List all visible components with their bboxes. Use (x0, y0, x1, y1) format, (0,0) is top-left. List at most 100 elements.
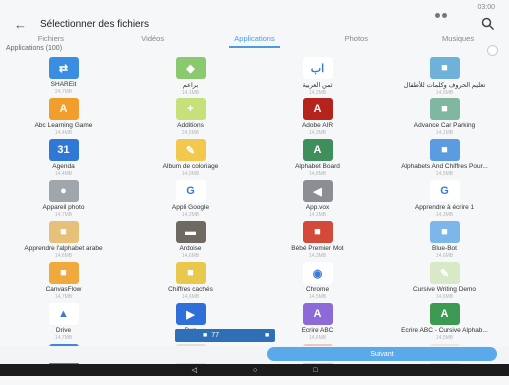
app-size: 14,3MB (308, 253, 327, 259)
kids-letters-icon: ■ (429, 57, 460, 79)
app-size: 14,2MB (308, 90, 327, 96)
app-tile[interactable]: A Alphabet Board 14,8MB (254, 139, 381, 180)
bluebot-icon: ■ (429, 221, 460, 243)
selection-left-mark: ■ (203, 332, 208, 339)
nav-back-icon[interactable]: ◁ (192, 367, 197, 374)
tab-files[interactable]: Fichiers (0, 33, 102, 45)
app-size: 14,7MB (54, 212, 73, 218)
nav-home-icon[interactable]: ○ (253, 367, 257, 374)
nav-recent-icon[interactable]: □ (313, 367, 317, 374)
app-tile[interactable]: G Apprendre à écrire 1 14,3MB (381, 180, 508, 221)
app-name: Chiffres cachés (168, 286, 213, 293)
app-size: 14,4MB (54, 171, 73, 177)
app-tile[interactable]: ◀ App.vox 14,3MB (254, 180, 381, 221)
app-tile[interactable]: G Appli Google 14,2MB (127, 180, 254, 221)
app-size: 14,7MB (54, 335, 73, 341)
app-tile[interactable]: 31 Agenda 14,4MB (0, 139, 127, 180)
app-tile[interactable]: + Additions 24,5MB (127, 98, 254, 139)
app-tile[interactable]: ■ Bébé Premier Mot 14,3MB (254, 221, 381, 262)
alphabets-numbers-icon: ■ (429, 139, 460, 161)
applications-section-header: Applications (100) (6, 45, 502, 56)
select-all-checkbox[interactable] (487, 45, 498, 56)
app-tile[interactable]: ● Appareil photo 14,7MB (0, 180, 127, 221)
app-name: Adobe AIR (301, 122, 334, 129)
drive-icon: ▲ (48, 303, 79, 325)
applications-count-label: Applications (100) (6, 45, 63, 52)
app-name: Ecrire ABC - Cursive Alphab... (401, 327, 488, 334)
status-time: 03:00 (477, 4, 495, 11)
app-name: تعليم الحروف وكلمات للأطفال (403, 82, 486, 89)
hidden-numbers-icon: ■ (175, 262, 206, 284)
car-parking-icon: ■ (429, 98, 460, 120)
app-size: 14,6MB (181, 294, 200, 300)
app-size: 14,6MB (54, 253, 73, 259)
app-tile[interactable]: ■ Blue-Bot 14,6MB (381, 221, 508, 262)
app-tile[interactable]: ■ Chiffres cachés 14,6MB (127, 262, 254, 303)
back-arrow-icon[interactable]: ← (14, 17, 27, 32)
app-size: 14,2MB (181, 212, 200, 218)
page-title: Sélectionner des fichiers (40, 19, 149, 30)
cursive-icon: ✎ (429, 262, 460, 284)
app-tile[interactable]: ■ Apprendre l'alphabet arabe 14,6MB (0, 221, 127, 262)
app-size: 14,4MB (54, 130, 73, 136)
app-name: Alphabets And Chiffres Pour... (401, 163, 488, 170)
app-tile[interactable]: A Ecrire ABC - Cursive Alphab... 14,5MB (381, 303, 508, 344)
app-name: Additions (177, 122, 204, 129)
tab-photos[interactable]: Photos (305, 33, 407, 45)
app-tile[interactable]: ✎ Album de coloriage 14,0MB (127, 139, 254, 180)
canvasflow-icon: ■ (48, 262, 79, 284)
tab-videos[interactable]: Vidéos (102, 33, 204, 45)
slate-icon: ▬ (175, 221, 206, 243)
arabic-letters-icon: اب (302, 57, 333, 79)
selection-right-mark: ■ (265, 332, 270, 339)
app-tile[interactable]: ◉ Chrome 14,5MB (254, 262, 381, 303)
app-size: 14,1MB (181, 90, 200, 96)
app-size: 14,6MB (181, 253, 200, 259)
write-abc-icon: A (302, 303, 333, 325)
app-tile[interactable]: ✎ Cursive Writing Demo 14,6MB (381, 262, 508, 303)
alphabet-board-icon: A (302, 139, 333, 161)
app-tile[interactable]: ■ Advance Car Parking 14,1MB (381, 98, 508, 139)
app-tile[interactable]: ■ Alphabets And Chiffres Pour... 14,5MB (381, 139, 508, 180)
app-tile[interactable]: A Adobe AIR 14,3MB (254, 98, 381, 139)
app-name: Appli Google (171, 204, 210, 211)
learn-write-icon: G (429, 180, 460, 202)
app-size: 14,3MB (435, 212, 454, 218)
app-name: SHAREit (50, 81, 77, 88)
tab-applications[interactable]: Applications (204, 33, 306, 48)
app-size: 24,5MB (181, 130, 200, 136)
app-tile[interactable]: ⇄ SHAREit 24,7MB (0, 57, 127, 98)
camera-icon: ● (48, 180, 79, 202)
app-tile[interactable]: A Abc Learning Game 14,4MB (0, 98, 127, 139)
app-size: 14,7MB (54, 294, 73, 300)
app-name: CanvasFlow (45, 286, 82, 293)
app-size: 14,1MB (435, 130, 454, 136)
next-button[interactable]: Suivant (267, 347, 497, 361)
baraem-icon: ◆ (175, 57, 206, 79)
selection-floating-bar[interactable]: ■ 77 ■ (175, 329, 275, 342)
app-tile[interactable]: ◆ براعم 14,1MB (127, 57, 254, 98)
app-name: Album de coloriage (162, 163, 219, 170)
chrome-icon: ◉ (302, 262, 333, 284)
app-name: Drive (55, 327, 72, 334)
app-size: 14,6MB (435, 90, 454, 96)
app-tile[interactable]: ■ CanvasFlow 14,7MB (0, 262, 127, 303)
app-size: 14,5MB (308, 294, 327, 300)
app-size: 14,3MB (308, 212, 327, 218)
google-icon: G (175, 180, 206, 202)
app-tile[interactable]: اب ثمن العربية 14,2MB (254, 57, 381, 98)
status-icons (435, 5, 453, 18)
app-size: 14,0MB (181, 171, 200, 177)
adobe-air-icon: A (302, 98, 333, 120)
selection-count: 77 (211, 332, 220, 339)
app-tile[interactable]: ▲ Drive 14,7MB (0, 303, 127, 344)
app-tile[interactable]: ■ تعليم الحروف وكلمات للأطفال 14,6MB (381, 57, 508, 98)
tab-music[interactable]: Musiques (407, 33, 509, 45)
app-name: Agenda (52, 163, 75, 170)
search-icon[interactable] (481, 17, 495, 31)
app-size: 14,6MB (435, 253, 454, 259)
arabic-alphabet-icon: ■ (48, 221, 79, 243)
appvox-icon: ◀ (302, 180, 333, 202)
app-name: براعم (182, 82, 199, 89)
app-tile[interactable]: ▬ Ardoise 14,6MB (127, 221, 254, 262)
